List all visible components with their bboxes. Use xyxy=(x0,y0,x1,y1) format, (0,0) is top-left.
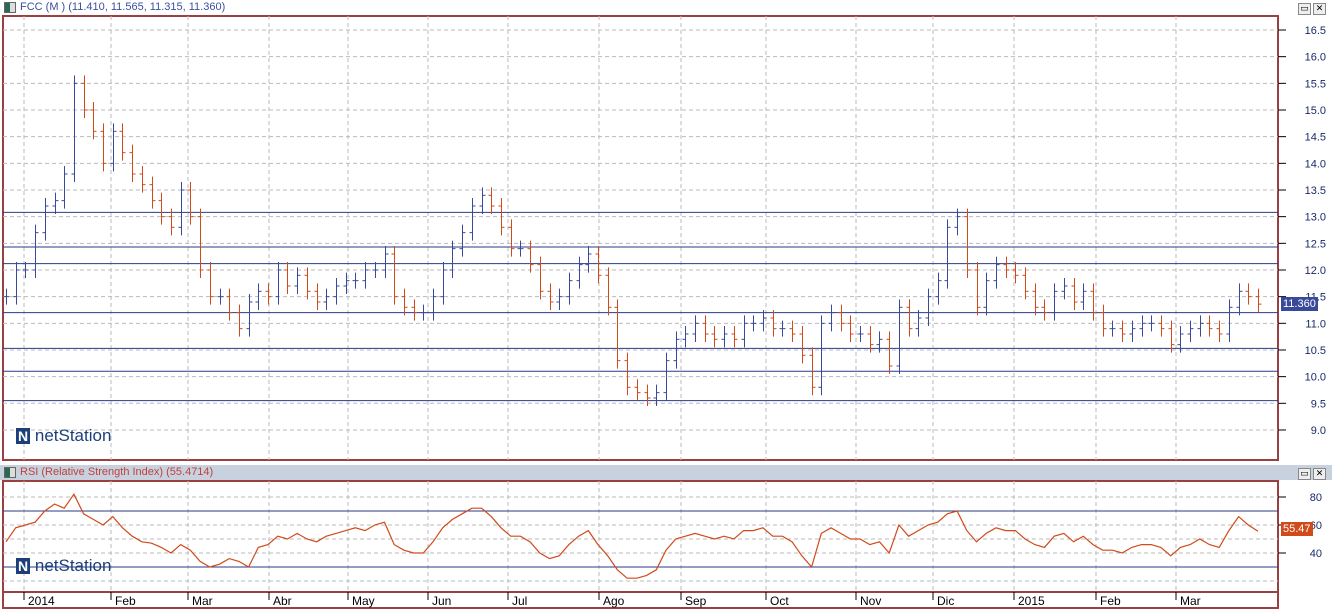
rsi-line xyxy=(5,493,1259,579)
main-plot-frame xyxy=(2,15,1279,461)
rsi-plot-frame xyxy=(2,480,1279,593)
y-tick-label: 12.5 xyxy=(1305,238,1326,250)
x-tick-label: Mar xyxy=(1180,594,1201,608)
y-tick-label: 15.5 xyxy=(1305,78,1326,90)
y-tick-label: 15.0 xyxy=(1305,105,1326,117)
x-tick-label: Feb xyxy=(115,594,136,608)
x-tick-label: 2014 xyxy=(28,594,55,608)
netstation-logo: N netStation xyxy=(16,426,112,445)
y-tick-label: 14.5 xyxy=(1305,132,1326,144)
netstation-logo-rsi: N netStation xyxy=(16,556,112,575)
y-tick-label: 13.5 xyxy=(1305,185,1326,197)
x-tick-label: Sep xyxy=(685,594,707,608)
x-tick-label: Dic xyxy=(937,594,954,608)
x-tick-label: Jun xyxy=(432,594,451,608)
y-tick-label: 10.0 xyxy=(1305,372,1326,384)
y-tick-label: 16.0 xyxy=(1305,52,1326,64)
x-tick-label: Abr xyxy=(273,594,292,608)
x-tick-label: Feb xyxy=(1100,594,1121,608)
y-tick-label: 40 xyxy=(1310,548,1322,560)
x-tick-label: Jul xyxy=(512,594,527,608)
y-tick-label: 12.0 xyxy=(1305,265,1326,277)
y-tick-label: 11.0 xyxy=(1305,318,1326,330)
y-tick-label: 16.5 xyxy=(1305,25,1326,37)
x-tick-label: Mar xyxy=(192,594,213,608)
x-tick-label: May xyxy=(352,594,375,608)
y-tick-label: 9.5 xyxy=(1311,398,1326,410)
price-chart: 2014 Feb Mar Abr May Jun Jul Ago Sep Oct Nov Dic 201… xyxy=(2,15,1326,609)
y-tick-label: 10.5 xyxy=(1305,345,1326,357)
y-tick-label: 13.0 xyxy=(1305,212,1326,224)
last-price-badge: 11.360 xyxy=(1281,297,1318,311)
x-tick-label: 2015 xyxy=(1018,594,1045,608)
y-tick-label: 14.0 xyxy=(1305,158,1326,170)
y-tick-label: 9.0 xyxy=(1311,425,1326,437)
y-tick-label: 80 xyxy=(1310,492,1322,504)
x-tick-label: Oct xyxy=(770,594,789,608)
rsi-value-badge: 55.47 xyxy=(1281,522,1313,536)
x-tick-label: Nov xyxy=(860,594,881,608)
x-tick-label: Ago xyxy=(603,594,625,608)
